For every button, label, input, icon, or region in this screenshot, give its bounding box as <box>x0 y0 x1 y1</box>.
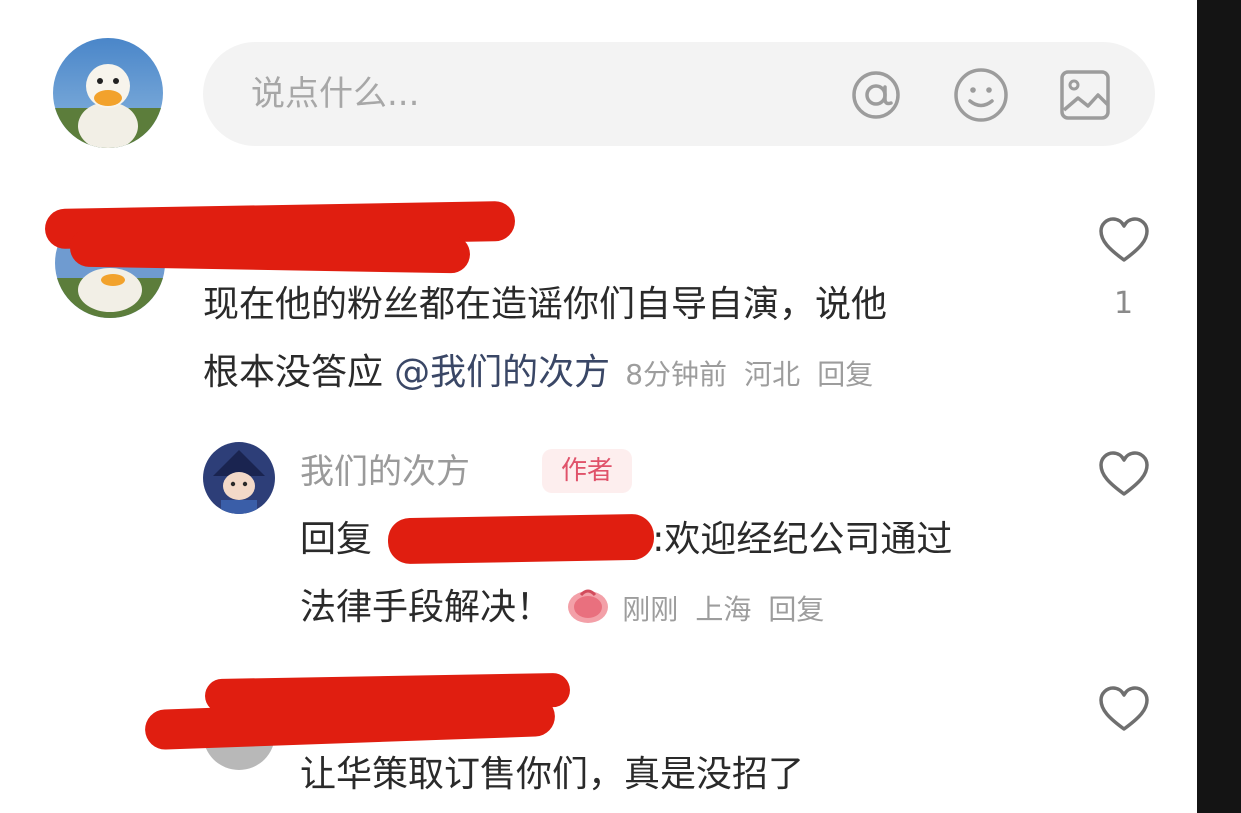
author-avatar[interactable] <box>203 442 275 514</box>
like-heart-icon[interactable] <box>1097 215 1151 269</box>
like-heart-icon[interactable] <box>1097 449 1151 503</box>
comment-input-placeholder: 说点什么... <box>251 74 420 114</box>
like-heart-icon[interactable] <box>1097 684 1151 738</box>
like-count: 1 <box>1114 286 1134 321</box>
reply-text: 法律手段解决！ <box>300 587 553 628</box>
author-username[interactable]: 我们的次方 <box>300 450 470 494</box>
comment-panel: 说点什么... 现在他的粉丝都在造谣你们自导自演，说他 根本没答应 @我们的次方… <box>0 0 1197 813</box>
reply-location: 上海 <box>695 593 752 626</box>
reply-prefix: 回复 <box>300 519 373 560</box>
image-icon[interactable] <box>1058 68 1112 126</box>
comment-3-text: 让华策取订售你们，真是没招了 <box>300 754 805 795</box>
at-icon[interactable] <box>848 67 904 127</box>
reply-text: :欢迎经纪公司通过 <box>652 519 953 560</box>
comment-1-text-line1: 现在他的粉丝都在造谣你们自导自演，说他 <box>203 284 888 325</box>
current-user-avatar[interactable] <box>53 38 163 148</box>
redaction-mark <box>69 228 471 274</box>
comment-1-reply-button[interactable]: 回复 <box>817 358 873 391</box>
comment-1-text: 根本没答应 <box>203 352 384 393</box>
comment-input[interactable]: 说点什么... <box>203 42 1155 146</box>
reply-reply-button[interactable]: 回复 <box>768 593 824 626</box>
redaction-mark <box>387 513 655 565</box>
mention-link[interactable]: @我们的次方 <box>394 352 610 393</box>
comment-1-time: 8分钟前 <box>625 358 728 391</box>
reply-text-line2: 法律手段解决！ 刚刚 上海 回复 <box>300 585 824 631</box>
reply-time: 刚刚 <box>622 593 679 626</box>
comment-1-location: 河北 <box>744 358 801 391</box>
liked-by-author-icon <box>565 585 611 625</box>
emoji-icon[interactable] <box>953 67 1009 127</box>
author-badge: 作者 <box>542 449 632 493</box>
comment-1-text-line2: 根本没答应 @我们的次方 8分钟前 河北 回复 <box>203 350 873 396</box>
